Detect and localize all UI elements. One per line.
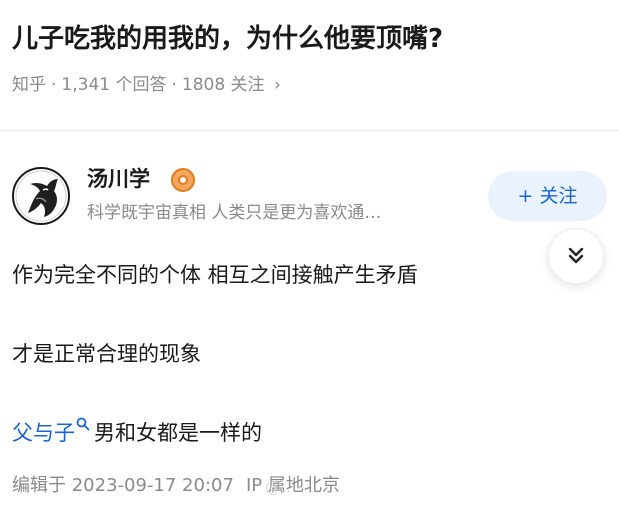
- follower-count: 1808 关注: [181, 75, 265, 95]
- follow-button[interactable]: + 关注: [488, 171, 607, 221]
- search-icon: [76, 417, 90, 431]
- answer-count: 1,341 个回答: [61, 75, 167, 95]
- answer-paragraph: 才是正常合理的现象: [12, 342, 201, 366]
- answer-paragraph-text: 男和女都是一样的: [94, 421, 262, 445]
- avatar[interactable]: [12, 167, 70, 225]
- meta-separator: ·: [171, 75, 177, 95]
- source-label: 知乎: [12, 75, 46, 95]
- author-name[interactable]: 汤川学: [87, 163, 150, 195]
- certified-badge-icon: [171, 168, 195, 192]
- author-bio: 科学既宇宙真相 人类只是更为喜欢通…: [87, 203, 382, 223]
- watermark: @...: [265, 477, 297, 496]
- edited-time: 编辑于 2023-09-17 20:07: [12, 475, 234, 496]
- chevron-right-icon: ›: [273, 75, 281, 95]
- answer-paragraph: 父与子 男和女都是一样的: [12, 417, 607, 449]
- topic-link[interactable]: 父与子: [12, 421, 75, 445]
- question-meta[interactable]: 知乎 · 1,341 个回答 · 1808 关注 ›: [12, 72, 281, 98]
- meta-separator: ·: [51, 75, 57, 95]
- horse-logo-icon: [15, 170, 67, 222]
- answer-paragraph: 作为完全不同的个体 相互之间接触产生矛盾: [12, 263, 418, 287]
- divider: [0, 130, 619, 131]
- question-title[interactable]: 儿子吃我的用我的，为什么他要顶嘴?: [12, 20, 607, 58]
